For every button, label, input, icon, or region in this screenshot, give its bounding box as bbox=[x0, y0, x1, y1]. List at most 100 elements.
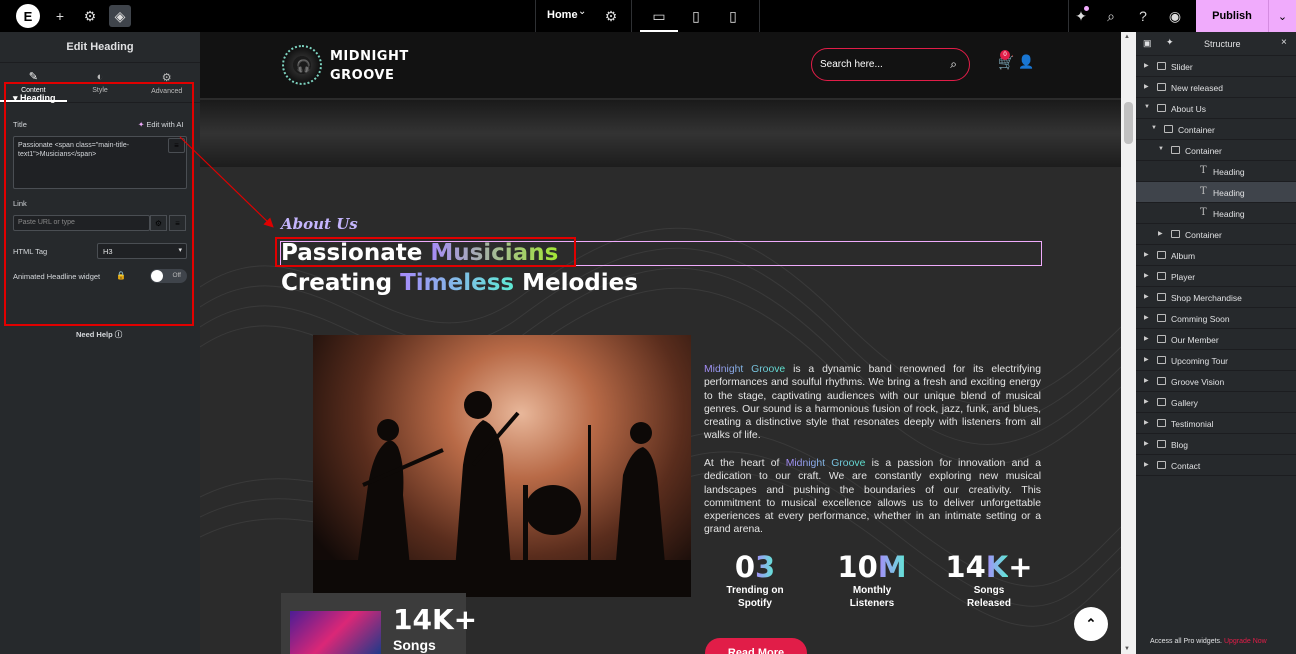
caret-right-icon[interactable]: ▶ bbox=[1144, 251, 1149, 258]
brand-logo[interactable]: 🎧 bbox=[282, 45, 322, 85]
structure-item[interactable]: ▶ Groove Vision bbox=[1136, 371, 1296, 392]
lock-icon: 🔒 bbox=[116, 271, 126, 280]
structure-item[interactable]: ▶ Shop Merchandise bbox=[1136, 287, 1296, 308]
section-heading-toggle[interactable]: ▾ Heading bbox=[13, 93, 56, 104]
caret-right-icon[interactable]: ▶ bbox=[1144, 314, 1149, 321]
brand-name[interactable]: MIDNIGHT GROOVE bbox=[330, 47, 409, 85]
scroll-to-top-icon[interactable]: ⌃ bbox=[1074, 607, 1108, 641]
mobile-view-icon[interactable]: ▯ bbox=[722, 5, 744, 27]
caret-down-icon[interactable]: ▼ bbox=[1144, 104, 1150, 110]
container-icon bbox=[1157, 293, 1166, 301]
scroll-down-icon[interactable]: ▼ bbox=[1124, 646, 1130, 652]
search-icon[interactable]: ⌕ bbox=[950, 57, 957, 72]
read-more-button[interactable]: Read More bbox=[705, 638, 807, 654]
container-icon bbox=[1171, 146, 1180, 154]
structure-item-label: Heading bbox=[1213, 188, 1245, 198]
close-icon[interactable]: × bbox=[1281, 37, 1287, 48]
structure-item-label: Heading bbox=[1213, 209, 1245, 219]
container-icon bbox=[1157, 251, 1166, 259]
container-icon bbox=[1157, 104, 1166, 112]
caret-right-icon[interactable]: ▶ bbox=[1144, 398, 1149, 405]
tablet-view-icon[interactable]: ▯ bbox=[685, 5, 707, 27]
container-icon bbox=[1157, 356, 1166, 364]
ai-sparkle-icon[interactable]: ✦ bbox=[1166, 37, 1174, 48]
caret-right-icon[interactable]: ▶ bbox=[1144, 335, 1149, 342]
page-settings-icon[interactable]: ⚙ bbox=[600, 5, 622, 27]
panel-layout-icon[interactable]: ▣ bbox=[1143, 38, 1152, 49]
structure-item[interactable]: ▶ Gallery bbox=[1136, 392, 1296, 413]
canvas-scrollbar[interactable]: ▲ ▼ bbox=[1121, 32, 1136, 654]
structure-panel: ▣ ✦ Structure × ▶ Slider ▶ New released ▼ Abo… bbox=[1136, 32, 1296, 654]
publish-button[interactable]: Publish bbox=[1196, 0, 1268, 32]
scroll-up-icon[interactable]: ▲ bbox=[1124, 34, 1130, 40]
site-search-input[interactable]: Search here... ⌕ bbox=[811, 48, 970, 81]
upgrade-now-link[interactable]: Upgrade Now bbox=[1224, 638, 1267, 645]
preview-canvas: 🎧 MIDNIGHT GROOVE Search here... ⌕ 🛒 0 👤 A… bbox=[200, 32, 1121, 654]
structure-item[interactable]: ▼ Container bbox=[1136, 119, 1296, 140]
elementor-logo[interactable]: E bbox=[16, 4, 40, 28]
scrollbar-thumb[interactable] bbox=[1124, 102, 1133, 144]
heading-widget-icon: T bbox=[1200, 186, 1207, 197]
caret-down-icon[interactable]: ▼ bbox=[1151, 125, 1157, 131]
link-dynamic-tags-icon[interactable]: ≡ bbox=[169, 215, 186, 231]
caret-right-icon[interactable]: ▶ bbox=[1144, 62, 1149, 69]
caret-right-icon[interactable]: ▶ bbox=[1158, 230, 1163, 237]
structure-item-label: Our Member bbox=[1171, 335, 1219, 345]
preview-eye-icon[interactable]: ◉ bbox=[1164, 5, 1186, 27]
caret-right-icon[interactable]: ▶ bbox=[1144, 293, 1149, 300]
structure-icon[interactable]: ◈ bbox=[109, 5, 131, 27]
structure-item[interactable]: T Heading bbox=[1136, 161, 1296, 182]
structure-item[interactable]: T Heading bbox=[1136, 182, 1296, 203]
page-select[interactable]: Home bbox=[547, 9, 578, 21]
caret-right-icon[interactable]: ▶ bbox=[1144, 461, 1149, 468]
sub-heading[interactable]: Creating Timeless Melodies bbox=[281, 270, 638, 296]
divider bbox=[1068, 0, 1069, 32]
structure-item[interactable]: ▶ Album bbox=[1136, 245, 1296, 266]
pencil-icon: ✎ bbox=[28, 70, 38, 83]
songs-card-number: 14K+ bbox=[393, 603, 478, 636]
structure-item[interactable]: ▶ New released bbox=[1136, 77, 1296, 98]
caret-right-icon[interactable]: ▶ bbox=[1144, 377, 1149, 384]
desktop-view-icon[interactable]: ▭ bbox=[640, 5, 678, 32]
structure-item[interactable]: ▼ Container bbox=[1136, 140, 1296, 161]
add-element-icon[interactable]: + bbox=[49, 5, 71, 27]
structure-item-label: Container bbox=[1185, 230, 1222, 240]
html-tag-label: HTML Tag bbox=[13, 247, 48, 256]
site-settings-icon[interactable]: ⚙ bbox=[79, 5, 101, 27]
link-input[interactable]: Paste URL or type bbox=[13, 215, 150, 231]
search-icon[interactable]: ⌕ bbox=[1100, 5, 1122, 27]
structure-item-label: Container bbox=[1185, 146, 1222, 156]
structure-item[interactable]: ▶ Our Member bbox=[1136, 329, 1296, 350]
publish-options-chevron-icon[interactable]: ⌄ bbox=[1268, 0, 1296, 32]
edit-with-ai-link[interactable]: ✦ Edit with AI bbox=[138, 120, 184, 129]
need-help-link[interactable]: Need Help ⓘ bbox=[76, 329, 122, 340]
structure-item-label: Contact bbox=[1171, 461, 1201, 471]
chevron-down-icon[interactable]: ⌄ bbox=[578, 6, 586, 17]
structure-item[interactable]: ▶ Contact bbox=[1136, 455, 1296, 476]
structure-item-label: Player bbox=[1171, 272, 1196, 282]
structure-item[interactable]: ▶ Testimonial bbox=[1136, 413, 1296, 434]
link-options-gear-icon[interactable]: ⚙ bbox=[150, 215, 167, 231]
structure-item[interactable]: ▶ Container bbox=[1136, 224, 1296, 245]
structure-item[interactable]: ▶ Player bbox=[1136, 266, 1296, 287]
caret-right-icon[interactable]: ▶ bbox=[1144, 83, 1149, 90]
user-account-icon[interactable]: 👤 bbox=[1018, 54, 1034, 70]
structure-header: ▣ ✦ Structure × bbox=[1136, 32, 1296, 56]
structure-item[interactable]: ▶ Slider bbox=[1136, 56, 1296, 77]
structure-item[interactable]: T Heading bbox=[1136, 203, 1296, 224]
html-tag-select[interactable]: H3 ▾ bbox=[97, 243, 187, 259]
structure-item[interactable]: ▶ Upcoming Tour bbox=[1136, 350, 1296, 371]
caret-right-icon[interactable]: ▶ bbox=[1144, 356, 1149, 363]
caret-right-icon[interactable]: ▶ bbox=[1144, 272, 1149, 279]
title-textarea[interactable]: Passionate <span class="main-title-text1… bbox=[13, 136, 187, 189]
site-header: 🎧 MIDNIGHT GROOVE Search here... ⌕ 🛒 0 👤 bbox=[200, 32, 1121, 98]
structure-item[interactable]: ▶ Blog bbox=[1136, 434, 1296, 455]
caret-down-icon[interactable]: ▼ bbox=[1158, 146, 1164, 152]
caret-right-icon[interactable]: ▶ bbox=[1144, 419, 1149, 426]
animated-headline-toggle[interactable]: Off bbox=[150, 269, 187, 283]
structure-item[interactable]: ▶ Comming Soon bbox=[1136, 308, 1296, 329]
caret-right-icon[interactable]: ▶ bbox=[1144, 440, 1149, 447]
dynamic-tags-icon[interactable]: ≡ bbox=[168, 138, 185, 153]
structure-item[interactable]: ▼ About Us bbox=[1136, 98, 1296, 119]
help-icon[interactable]: ? bbox=[1132, 5, 1154, 27]
